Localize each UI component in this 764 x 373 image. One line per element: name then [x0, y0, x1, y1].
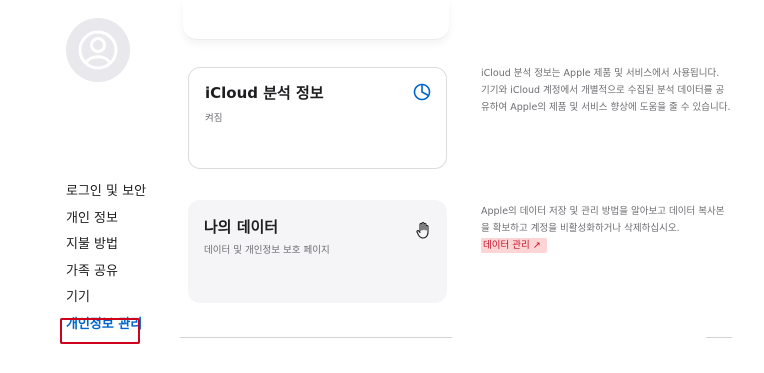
sidebar-item-payment-methods[interactable]: 지불 방법 [66, 236, 146, 263]
sidebar-item-family-sharing[interactable]: 가족 공유 [66, 263, 146, 290]
sidebar-item-devices[interactable]: 기기 [66, 289, 146, 316]
my-data-section: Apple의 데이터 저장 및 관리 방법을 알아보고 데이터 복사본을 확보하… [481, 203, 731, 254]
card-title: 나의 데이터 [204, 218, 279, 236]
card-status: 켜짐 [205, 113, 223, 124]
sidebar-item-personal-info[interactable]: 개인 정보 [66, 210, 146, 237]
avatar [66, 18, 130, 82]
hand-icon [416, 221, 429, 239]
previous-card [183, 0, 449, 40]
selection-highlight [60, 318, 140, 344]
manage-data-link[interactable]: 데이터 관리 ↗ [481, 238, 547, 253]
pie-chart-icon [413, 83, 431, 101]
person-icon [78, 30, 118, 70]
sidebar-item-sign-in-security[interactable]: 로그인 및 보안 [66, 183, 146, 210]
card-subtitle: 데이터 및 개인정보 보호 페이지 [204, 245, 330, 256]
card-title: iCloud 분석 정보 [205, 84, 324, 102]
icloud-analytics-card[interactable]: iCloud 분석 정보 켜짐 [188, 67, 447, 169]
section-divider [180, 337, 452, 338]
icloud-analytics-description: iCloud 분석 정보는 Apple 제품 및 서비스에서 사용됩니다. 기기… [481, 68, 731, 113]
section-divider [706, 337, 732, 338]
my-data-card[interactable]: 나의 데이터 데이터 및 개인정보 보호 페이지 [188, 200, 447, 303]
my-data-description: Apple의 데이터 저장 및 관리 방법을 알아보고 데이터 복사본을 확보하… [481, 206, 725, 234]
